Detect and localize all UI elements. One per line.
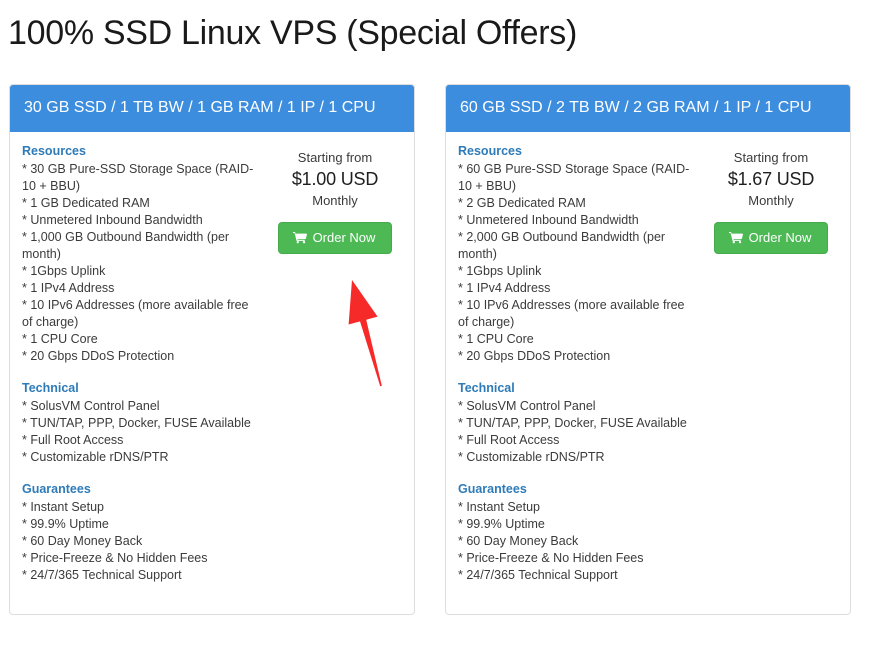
plan-section-technical: Technical * SolusVM Control Panel * TUN/… (458, 379, 698, 466)
section-heading: Resources (22, 144, 86, 158)
feature-line: * Customizable rDNS/PTR (22, 450, 169, 464)
plan-features: Resources * 60 GB Pure-SSD Storage Space… (458, 142, 704, 584)
shopping-cart-icon (728, 231, 743, 244)
order-now-button[interactable]: Order Now (277, 222, 393, 254)
price-period: Monthly (312, 193, 358, 208)
feature-line: * 20 Gbps DDoS Protection (22, 349, 175, 363)
feature-line: * Unmetered Inbound Bandwidth (22, 213, 203, 227)
feature-line: * SolusVM Control Panel (22, 399, 160, 413)
plan-features: Resources * 30 GB Pure-SSD Storage Space… (22, 142, 268, 584)
feature-line: * 1 CPU Core (458, 332, 534, 346)
feature-line: * 1,000 GB Outbound Bandwidth (per month… (22, 230, 230, 261)
starting-from-label: Starting from (297, 150, 373, 165)
feature-line: * 24/7/365 Technical Support (22, 568, 182, 582)
plan-section-guarantees: Guarantees * Instant Setup * 99.9% Uptim… (22, 480, 262, 584)
shopping-cart-icon (292, 231, 307, 244)
price-amount: $1.00 USD (291, 169, 379, 189)
feature-line: * 60 GB Pure-SSD Storage Space (RAID-10 … (458, 162, 690, 193)
feature-line: * Customizable rDNS/PTR (458, 450, 605, 464)
feature-line: * 1 CPU Core (22, 332, 98, 346)
plan-section-resources: Resources * 60 GB Pure-SSD Storage Space… (458, 142, 698, 365)
feature-line: * 1Gbps Uplink (22, 264, 106, 278)
feature-line: * 10 IPv6 Addresses (more available free… (458, 298, 685, 329)
feature-line: * Full Root Access (22, 433, 124, 447)
feature-line: * 1 GB Dedicated RAM (22, 196, 150, 210)
page-title: 100% SSD Linux VPS (Special Offers) (8, 14, 578, 52)
order-now-button[interactable]: Order Now (713, 222, 829, 254)
feature-line: * 1 IPv4 Address (458, 281, 551, 295)
section-heading: Guarantees (458, 482, 527, 496)
plan-body: Resources * 30 GB Pure-SSD Storage Space… (10, 132, 414, 614)
feature-line: * 10 IPv6 Addresses (more available free… (22, 298, 249, 329)
plan-header: 30 GB SSD / 1 TB BW / 1 GB RAM / 1 IP / … (10, 85, 414, 132)
price-amount: $1.67 USD (727, 169, 815, 189)
pricing-card: 60 GB SSD / 2 TB BW / 2 GB RAM / 1 IP / … (445, 84, 851, 615)
section-heading: Resources (458, 144, 522, 158)
pricing-plans-row: 30 GB SSD / 1 TB BW / 1 GB RAM / 1 IP / … (0, 84, 870, 615)
plan-section-technical: Technical * SolusVM Control Panel * TUN/… (22, 379, 262, 466)
feature-line: * 60 Day Money Back (22, 534, 143, 548)
plan-pricing: Starting from $1.67 USD Monthly Order No… (704, 142, 838, 584)
order-now-label: Order Now (312, 230, 376, 245)
feature-line: * Price-Freeze & No Hidden Fees (22, 551, 208, 565)
feature-line: * Price-Freeze & No Hidden Fees (458, 551, 644, 565)
pricing-card: 30 GB SSD / 1 TB BW / 1 GB RAM / 1 IP / … (9, 84, 415, 615)
order-now-label: Order Now (748, 230, 812, 245)
feature-line: * 30 GB Pure-SSD Storage Space (RAID-10 … (22, 162, 254, 193)
plan-header: 60 GB SSD / 2 TB BW / 2 GB RAM / 1 IP / … (446, 85, 850, 132)
feature-line: * 1Gbps Uplink (458, 264, 542, 278)
feature-line: * 20 Gbps DDoS Protection (458, 349, 611, 363)
feature-line: * TUN/TAP, PPP, Docker, FUSE Available (458, 416, 687, 430)
feature-line: * 99.9% Uptime (22, 517, 109, 531)
section-heading: Technical (458, 381, 515, 395)
section-heading: Guarantees (22, 482, 91, 496)
feature-line: * Instant Setup (458, 500, 541, 514)
price-period: Monthly (748, 193, 794, 208)
starting-from-label: Starting from (733, 150, 809, 165)
feature-line: * Instant Setup (22, 500, 105, 514)
plan-section-resources: Resources * 30 GB Pure-SSD Storage Space… (22, 142, 262, 365)
feature-line: * 24/7/365 Technical Support (458, 568, 618, 582)
feature-line: * Unmetered Inbound Bandwidth (458, 213, 639, 227)
feature-line: * 99.9% Uptime (458, 517, 545, 531)
feature-line: * Full Root Access (458, 433, 560, 447)
feature-line: * SolusVM Control Panel (458, 399, 596, 413)
feature-line: * 2,000 GB Outbound Bandwidth (per month… (458, 230, 666, 261)
plan-body: Resources * 60 GB Pure-SSD Storage Space… (446, 132, 850, 614)
feature-line: * TUN/TAP, PPP, Docker, FUSE Available (22, 416, 251, 430)
section-heading: Technical (22, 381, 79, 395)
plan-pricing: Starting from $1.00 USD Monthly Order No… (268, 142, 402, 584)
plan-section-guarantees: Guarantees * Instant Setup * 99.9% Uptim… (458, 480, 698, 584)
feature-line: * 1 IPv4 Address (22, 281, 115, 295)
feature-line: * 2 GB Dedicated RAM (458, 196, 586, 210)
feature-line: * 60 Day Money Back (458, 534, 579, 548)
